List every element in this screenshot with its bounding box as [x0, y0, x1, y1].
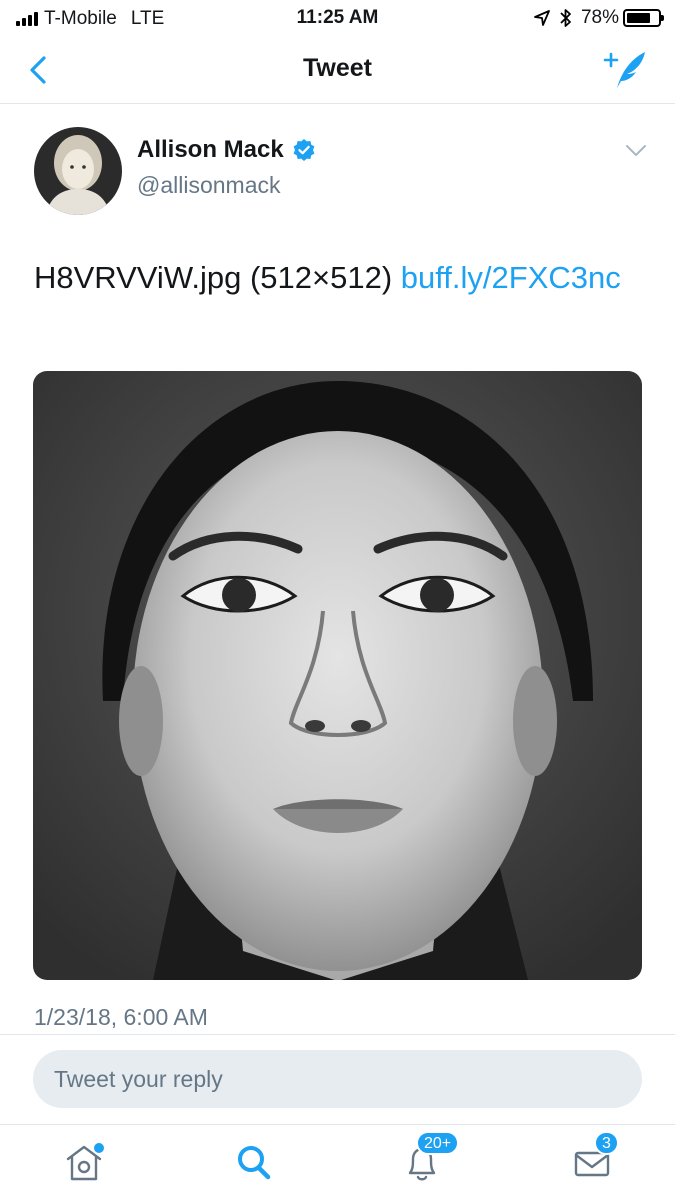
tab-home[interactable]	[62, 1137, 106, 1185]
home-new-dot	[94, 1143, 104, 1153]
reply-input[interactable]	[33, 1050, 642, 1108]
author-handle[interactable]: @allisonmack	[137, 172, 281, 199]
tab-search[interactable]	[232, 1137, 276, 1185]
tweet-link[interactable]: buff.ly/2FXC3nc	[401, 260, 621, 295]
tab-notifications[interactable]: 20+	[400, 1131, 460, 1185]
tweet-text: H8VRVViW.jpg (512×512) buff.ly/2FXC3nc	[34, 253, 644, 302]
status-bar: T-Mobile LTE 11:25 AM 78%	[0, 0, 675, 36]
battery-icon	[623, 9, 664, 27]
tab-bar: 20+ 3	[0, 1124, 675, 1200]
status-right: 78%	[533, 7, 664, 29]
compose-tweet-icon[interactable]	[603, 48, 647, 92]
battery-percent: 78%	[580, 7, 619, 28]
tab-messages[interactable]: 3	[570, 1131, 619, 1185]
page-title: Tweet	[303, 54, 372, 82]
author-name[interactable]: Allison Mack	[137, 136, 316, 164]
chevron-down-icon[interactable]	[625, 144, 647, 158]
tweet-timestamp: 1/23/18, 6:00 AM	[34, 1004, 208, 1030]
tweet-photo[interactable]	[33, 371, 642, 980]
bluetooth-icon	[560, 9, 571, 27]
author-name-text: Allison Mack	[137, 136, 284, 163]
navigation-bar: Tweet	[0, 36, 675, 104]
messages-badge: 3	[594, 1131, 619, 1155]
search-icon	[238, 1146, 271, 1180]
notifications-badge: 20+	[416, 1131, 460, 1155]
location-arrow-icon	[534, 10, 550, 26]
battery-level-fill	[627, 13, 650, 23]
verified-badge-icon	[293, 139, 315, 161]
reply-bar	[0, 1034, 675, 1124]
tweet-body: H8VRVViW.jpg (512×512)	[34, 260, 401, 295]
avatar[interactable]	[34, 127, 122, 215]
